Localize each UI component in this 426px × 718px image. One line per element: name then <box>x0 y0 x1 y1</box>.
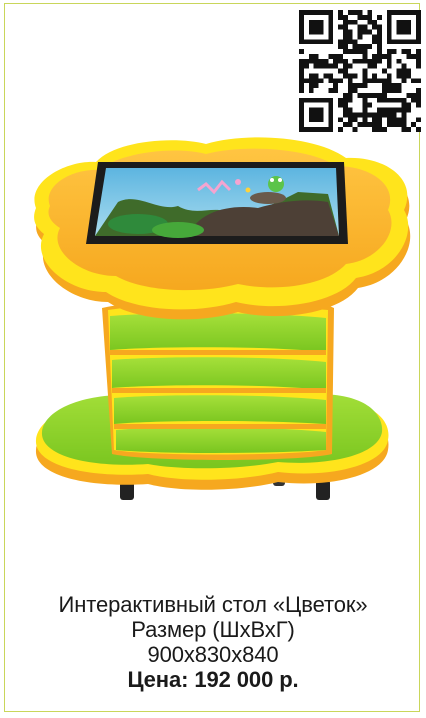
product-image <box>34 137 411 500</box>
product-size-label: Размер (ШхВхГ) <box>131 617 295 642</box>
touch-screen <box>86 162 348 244</box>
product-dimensions: 900х830х840 <box>147 642 279 667</box>
qr-code <box>299 10 421 132</box>
product-title: Интерактивный стол «Цветок» <box>58 592 368 617</box>
product-price: Цена: 192 000 р. <box>127 667 299 692</box>
table-body <box>102 300 334 460</box>
product-caption: Интерактивный стол «Цветок» Размер (ШхВх… <box>0 592 426 692</box>
